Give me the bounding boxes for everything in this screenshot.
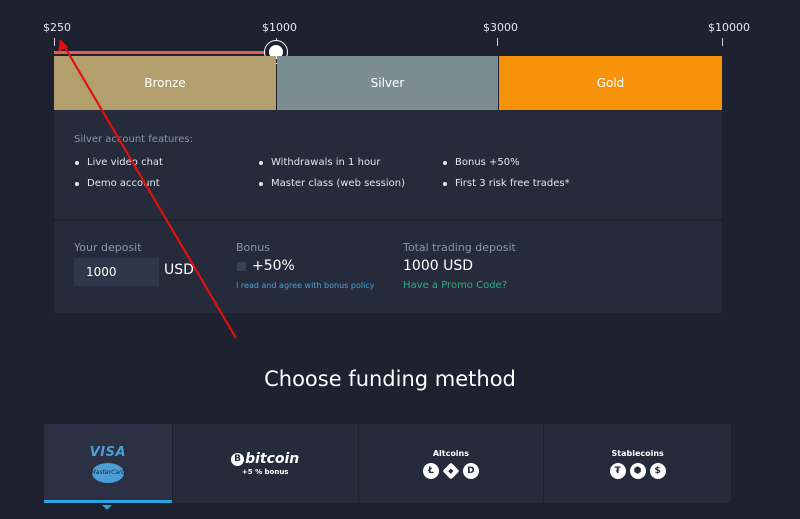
method-altcoins[interactable]: Altcoins Ł ◆ D — [358, 424, 544, 503]
stablecoins-title: Stablecoins — [611, 448, 664, 458]
funding-title: Choose funding method — [264, 367, 516, 391]
deposit-scale: $250 $1000 $3000 $10000 — [0, 0, 800, 63]
method-stablecoins[interactable]: Stablecoins ₮ ⬢ $ — [544, 424, 732, 503]
usdc-icon: ⬢ — [629, 462, 646, 479]
altcoin-icons: Ł ◆ D — [421, 462, 481, 479]
bitcoin-wordmark: bitcoin — [245, 451, 300, 467]
feature-item: Bonus +50% — [443, 157, 520, 168]
method-cards[interactable]: VISA MasterCard — [44, 424, 172, 510]
tick-mark — [497, 38, 498, 46]
active-caret-icon — [102, 505, 112, 510]
dash-icon: D — [462, 462, 479, 479]
funding-methods: VISA MasterCard B bitcoin +5 % bonus Alt… — [44, 424, 732, 510]
feature-item: Demo account — [75, 178, 160, 189]
total-deposit-value: 1000 USD — [403, 258, 473, 274]
total-deposit-label: Total trading deposit — [403, 241, 516, 254]
method-bitcoin[interactable]: B bitcoin +5 % bonus — [172, 424, 358, 503]
ethereum-icon: ◆ — [442, 462, 460, 479]
tick-mark — [722, 38, 723, 46]
mastercard-icon: MasterCard — [91, 462, 125, 483]
tick-label-3000: $3000 — [483, 21, 518, 34]
tier-silver[interactable]: Silver — [277, 56, 498, 110]
tick-label-250: $250 — [43, 21, 71, 34]
bitcoin-logo: B bitcoin — [231, 451, 299, 467]
deposit-label: Your deposit — [74, 241, 142, 254]
tier-bronze[interactable]: Bronze — [54, 56, 276, 110]
litecoin-icon: Ł — [422, 462, 439, 479]
feature-item: Withdrawals in 1 hour — [259, 157, 381, 168]
bitcoin-bonus: +5 % bonus — [241, 468, 289, 476]
tick-mark — [54, 38, 55, 46]
features-title: Silver account features: — [74, 134, 193, 145]
active-indicator — [44, 500, 172, 503]
altcoins-title: Altcoins — [432, 448, 470, 458]
bonus-checkbox[interactable] — [237, 262, 246, 271]
feature-item: Live video chat — [75, 157, 163, 168]
account-tiers: Bronze Silver Gold — [54, 56, 722, 110]
feature-item: First 3 risk free trades* — [443, 178, 570, 189]
account-features-panel: Silver account features: Live video chat… — [54, 110, 722, 219]
tier-gold[interactable]: Gold — [499, 56, 722, 110]
slider-track-fill — [54, 51, 277, 54]
feature-item: Master class (web session) — [258, 178, 406, 189]
stablecoin-icons: ₮ ⬢ $ — [608, 462, 668, 479]
tether-icon: ₮ — [609, 462, 626, 479]
deposit-input[interactable] — [74, 258, 159, 286]
dai-icon: $ — [649, 462, 666, 479]
promo-code-link[interactable]: Have a Promo Code? — [403, 280, 507, 291]
bonus-label: Bonus — [236, 241, 270, 254]
bonus-value: +50% — [252, 258, 295, 274]
tick-label-1000: $1000 — [262, 21, 297, 34]
bitcoin-icon: B — [231, 452, 245, 466]
tick-label-10000: $10000 — [708, 21, 750, 34]
deposit-panel: Your deposit USD Bonus +50% I read and a… — [54, 221, 722, 313]
bonus-policy-link[interactable]: I read and agree with bonus policy — [236, 281, 374, 290]
deposit-currency: USD — [164, 262, 194, 278]
visa-logo: VISA — [89, 444, 127, 460]
